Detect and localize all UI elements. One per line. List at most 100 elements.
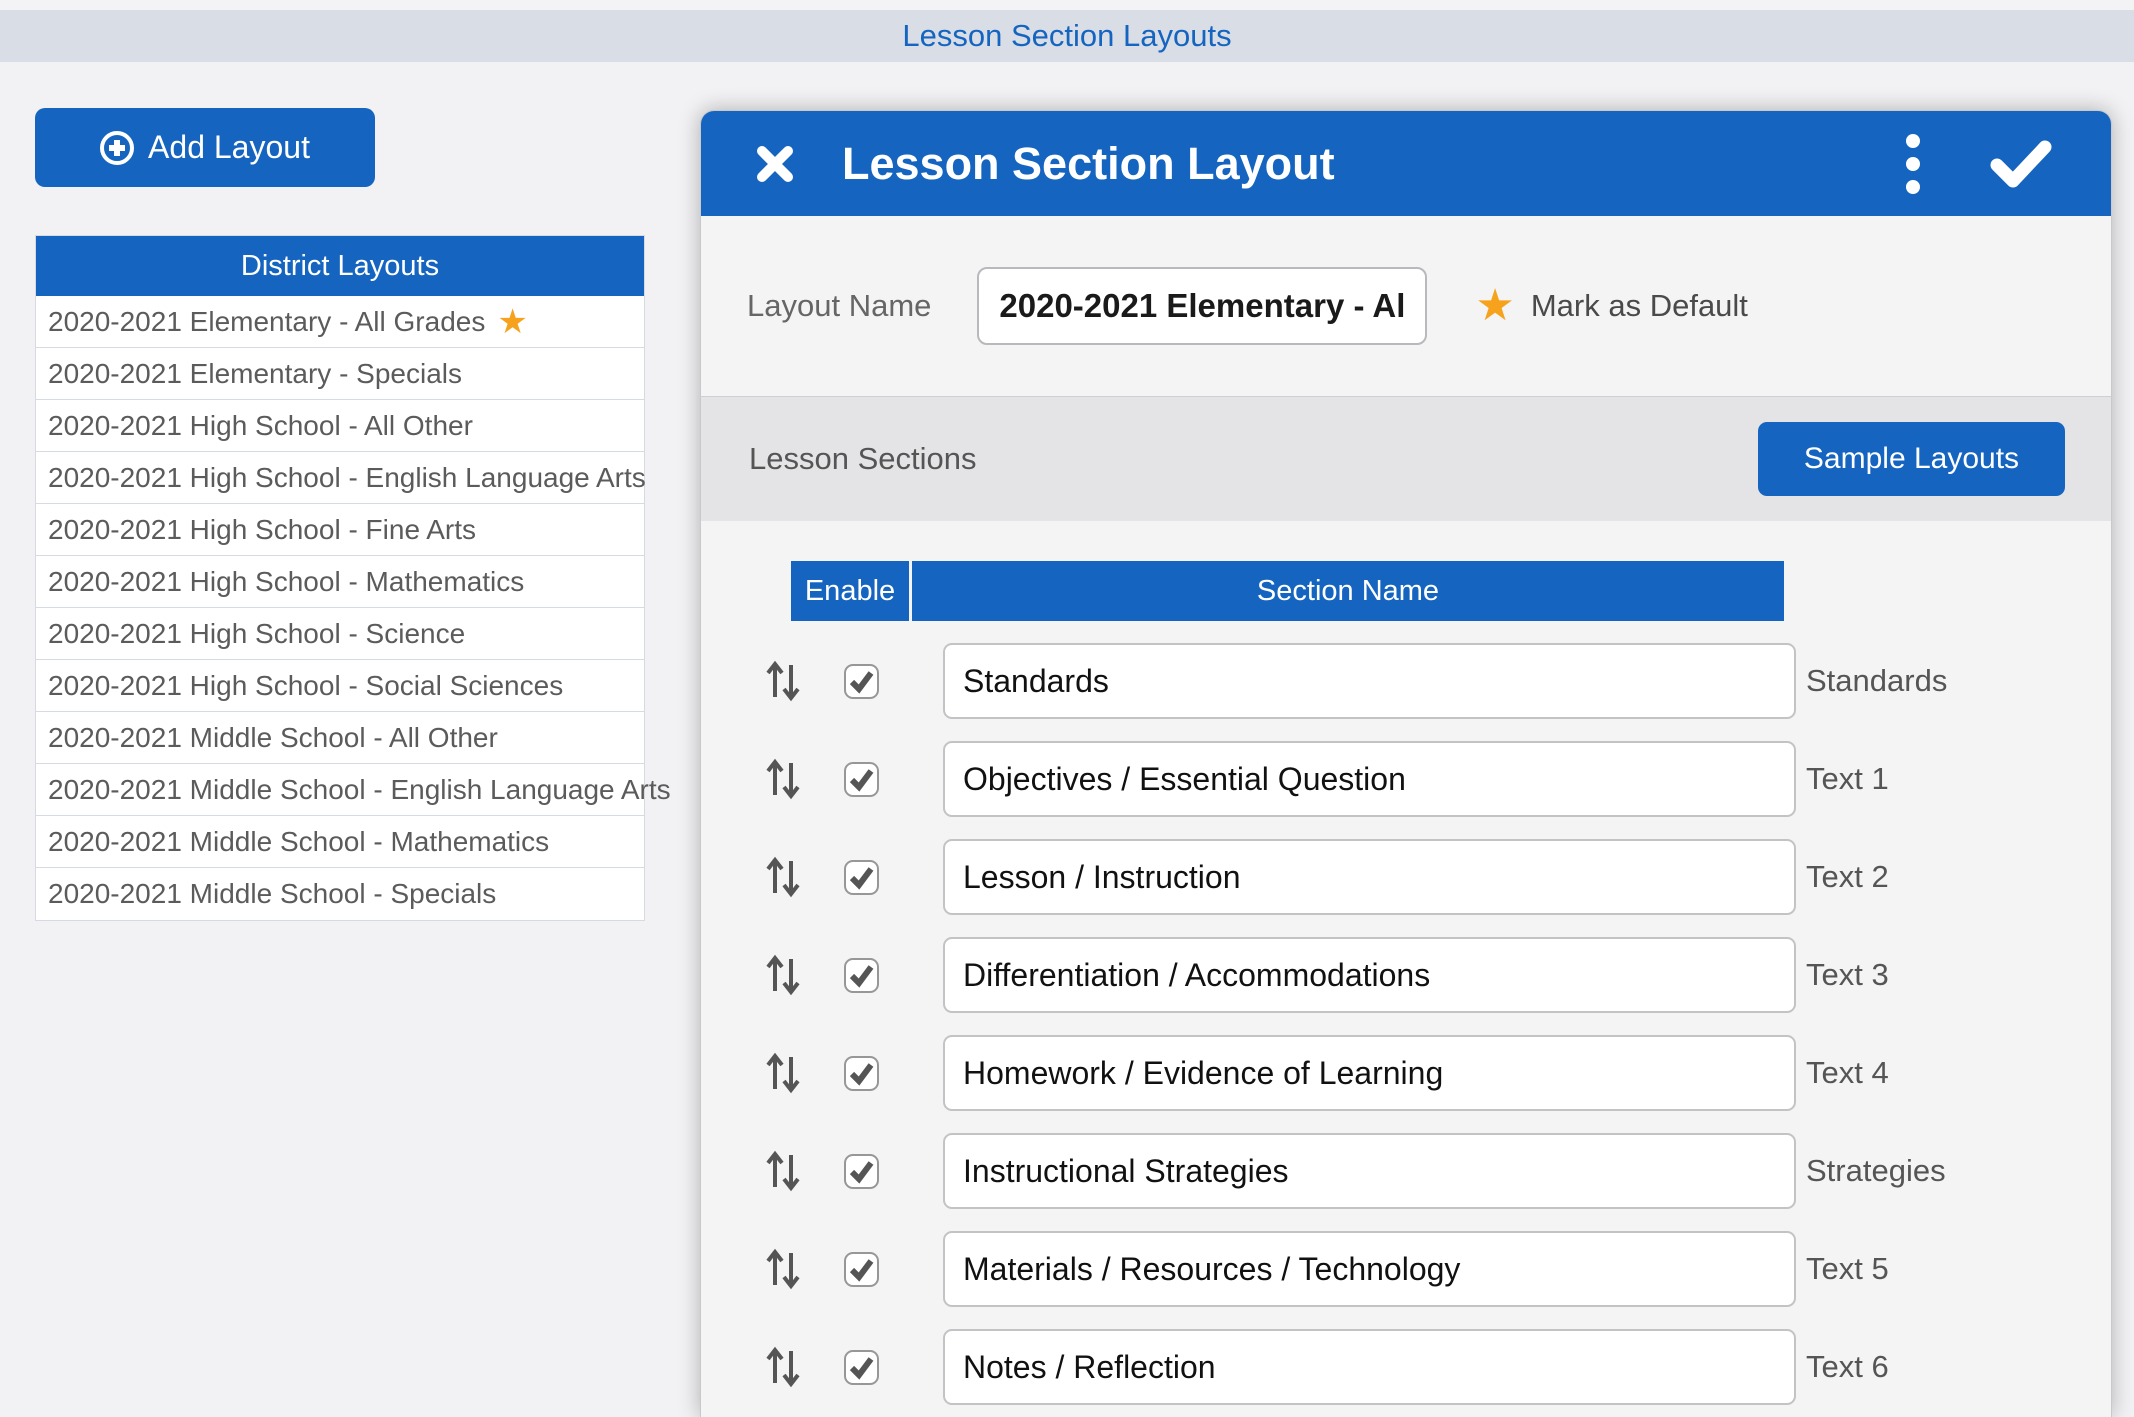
enable-checkbox[interactable] [844, 1056, 879, 1091]
district-layout-name: 2020-2021 Middle School - All Other [48, 722, 498, 754]
section-row: Text 6 [701, 1329, 2111, 1405]
mark-default-label: Mark as Default [1531, 288, 1748, 324]
more-options-button[interactable] [1893, 134, 1933, 194]
section-name-input[interactable] [943, 741, 1796, 817]
sections-table-area: Enable Section Name [701, 521, 2111, 1417]
checkmark-icon [846, 1352, 877, 1383]
section-name-input[interactable] [943, 1133, 1796, 1209]
district-layout-item[interactable]: 2020-2021 Middle School - Mathematics ★ [36, 816, 644, 868]
section-name-input[interactable] [943, 839, 1796, 915]
reorder-handle[interactable] [765, 855, 801, 899]
district-layouts-header: District Layouts [36, 236, 644, 296]
lesson-section-layout-modal: Lesson Section Layout Layout Name ★ Mark… [700, 110, 2112, 1417]
page-title: Lesson Section Layouts [902, 18, 1231, 54]
section-row: Text 4 [701, 1035, 2111, 1111]
checkmark-icon [846, 1254, 877, 1285]
layout-name-input[interactable] [977, 267, 1427, 345]
page-title-bar: Lesson Section Layouts [0, 10, 2134, 62]
section-name-input[interactable] [943, 937, 1796, 1013]
up-down-arrows-icon [765, 855, 801, 899]
district-layout-name: 2020-2021 Middle School - Specials [48, 878, 496, 910]
reorder-handle[interactable] [765, 1247, 801, 1291]
sample-layouts-button[interactable]: Sample Layouts [1758, 422, 2065, 496]
checkmark-icon [846, 1058, 877, 1089]
section-name-input[interactable] [943, 643, 1796, 719]
district-layout-item[interactable]: 2020-2021 High School - Fine Arts ★ [36, 504, 644, 556]
reorder-handle[interactable] [765, 757, 801, 801]
section-field-label: Text 6 [1806, 1349, 1889, 1385]
mark-default-star-icon[interactable]: ★ [1475, 284, 1514, 328]
district-layout-name: 2020-2021 Elementary - All Grades [48, 306, 485, 338]
section-field-label: Standards [1806, 663, 1947, 699]
enable-checkbox[interactable] [844, 860, 879, 895]
close-icon [755, 144, 795, 184]
checkmark-icon [846, 960, 877, 991]
section-name-input[interactable] [943, 1329, 1796, 1405]
section-row: Strategies [701, 1133, 2111, 1209]
kebab-menu-icon [1906, 134, 1920, 148]
section-row: Text 1 [701, 741, 2111, 817]
section-field-label: Text 4 [1806, 1055, 1889, 1091]
district-layouts-list: 2020-2021 Elementary - All Grades ★ 2020… [36, 296, 644, 920]
district-layout-name: 2020-2021 High School - English Language… [48, 462, 646, 494]
reorder-handle[interactable] [765, 659, 801, 703]
section-name-column-header: Section Name [912, 561, 1784, 621]
enable-checkbox[interactable] [844, 664, 879, 699]
up-down-arrows-icon [765, 1247, 801, 1291]
save-confirm-button[interactable] [1989, 139, 2053, 189]
modal-title: Lesson Section Layout [842, 138, 1335, 190]
checkmark-icon [846, 1156, 877, 1187]
section-row: Text 3 [701, 937, 2111, 1013]
district-layout-item[interactable]: 2020-2021 Elementary - All Grades ★ [36, 296, 644, 348]
district-layout-item[interactable]: 2020-2021 Middle School - All Other ★ [36, 712, 644, 764]
district-layout-name: 2020-2021 Middle School - English Langua… [48, 774, 671, 806]
reorder-handle[interactable] [765, 1345, 801, 1389]
section-name-input[interactable] [943, 1231, 1796, 1307]
reorder-handle[interactable] [765, 1051, 801, 1095]
section-row: Standards [701, 643, 2111, 719]
district-layout-name: 2020-2021 High School - All Other [48, 410, 473, 442]
up-down-arrows-icon [765, 953, 801, 997]
enable-checkbox[interactable] [844, 1252, 879, 1287]
district-layout-name: 2020-2021 High School - Social Sciences [48, 670, 563, 702]
district-layout-item[interactable]: 2020-2021 High School - English Language… [36, 452, 644, 504]
reorder-handle[interactable] [765, 1149, 801, 1193]
section-name-input[interactable] [943, 1035, 1796, 1111]
enable-checkbox[interactable] [844, 1154, 879, 1189]
lesson-sections-bar: Lesson Sections Sample Layouts [701, 396, 2111, 521]
section-row: Text 2 [701, 839, 2111, 915]
modal-header: Lesson Section Layout [701, 111, 2111, 216]
enable-checkbox[interactable] [844, 958, 879, 993]
enable-column-header: Enable [791, 561, 909, 621]
up-down-arrows-icon [765, 1345, 801, 1389]
window-chrome-strip [0, 0, 2134, 10]
district-layout-name: 2020-2021 Middle School - Mathematics [48, 826, 549, 858]
section-field-label: Strategies [1806, 1153, 1946, 1189]
sections-rows: Standards [701, 643, 2111, 1405]
up-down-arrows-icon [765, 757, 801, 801]
close-button[interactable] [753, 142, 797, 186]
district-layout-item[interactable]: 2020-2021 Middle School - English Langua… [36, 764, 644, 816]
checkmark-icon [846, 862, 877, 893]
enable-checkbox[interactable] [844, 1350, 879, 1385]
layout-name-label: Layout Name [747, 288, 931, 324]
main-content: Add Layout District Layouts 2020-2021 El… [0, 62, 2134, 1417]
add-layout-button-label: Add Layout [148, 129, 310, 166]
lesson-sections-label: Lesson Sections [749, 441, 976, 477]
up-down-arrows-icon [765, 1149, 801, 1193]
sections-table-header: Enable Section Name [791, 561, 2111, 621]
district-layout-item[interactable]: 2020-2021 High School - Social Sciences … [36, 660, 644, 712]
section-field-label: Text 3 [1806, 957, 1889, 993]
up-down-arrows-icon [765, 659, 801, 703]
district-layout-item[interactable]: 2020-2021 High School - Mathematics ★ [36, 556, 644, 608]
district-layout-item[interactable]: 2020-2021 High School - Science ★ [36, 608, 644, 660]
district-layout-item[interactable]: 2020-2021 High School - All Other ★ [36, 400, 644, 452]
reorder-handle[interactable] [765, 953, 801, 997]
district-layout-item[interactable]: 2020-2021 Middle School - Specials ★ [36, 868, 644, 920]
enable-checkbox[interactable] [844, 762, 879, 797]
section-field-label: Text 5 [1806, 1251, 1889, 1287]
district-layout-item[interactable]: 2020-2021 Elementary - Specials ★ [36, 348, 644, 400]
district-layout-name: 2020-2021 High School - Mathematics [48, 566, 524, 598]
section-field-label: Text 2 [1806, 859, 1889, 895]
add-layout-button[interactable]: Add Layout [35, 108, 375, 187]
